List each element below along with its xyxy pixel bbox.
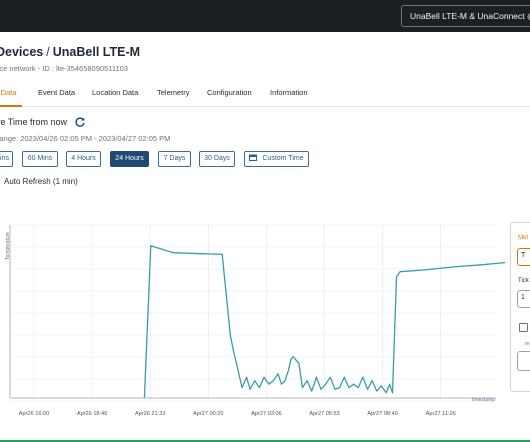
x-tick-label: Apr27 00:20 xyxy=(193,411,223,417)
time-button-7-days[interactable]: 7 Days xyxy=(158,151,191,167)
x-tick-label: Apr26 21:33 xyxy=(135,411,165,417)
tab-information[interactable]: Information xyxy=(270,88,308,97)
x-tick-label: Apr26 16:00 xyxy=(19,411,49,417)
x-tick-label: Apr26 18:46 xyxy=(77,411,107,417)
option-checkbox[interactable] xyxy=(519,323,528,332)
x-tick-label: Apr27 03:06 xyxy=(251,411,281,417)
organization-selector-button[interactable]: UnaBell LTE-M & UnaConnect @ Sta xyxy=(401,5,530,27)
breadcrumb: Devices / UnaBell LTE-M xyxy=(0,45,140,59)
time-button-mins[interactable]: ins xyxy=(0,151,13,167)
custom-time-label: Custom Time xyxy=(262,155,304,162)
metric-select[interactable]: T xyxy=(517,248,530,266)
calendar-icon xyxy=(249,154,258,161)
active-tab-indicator xyxy=(0,105,22,107)
device-id-subtitle: vice network - ID : lte-354658090511103 xyxy=(0,64,128,73)
auto-refresh-label: Auto Refresh (1 min) xyxy=(4,177,78,186)
temperature-line-chart: Apr26 16:00 Apr26 18:46 Apr26 21:33 Apr27 0… xyxy=(9,224,505,417)
time-button-4-hours[interactable]: 4 Hours xyxy=(66,151,101,167)
time-range-text: Range: 2023/04/26 02:05 PM - 2023/04/27 … xyxy=(0,134,171,143)
tab-bar: r Data Event Data Location Data Telemetr… xyxy=(0,80,530,107)
x-tick-label: Apr27 08:40 xyxy=(367,411,397,417)
tab-configuration[interactable]: Configuration xyxy=(207,88,252,97)
x-axis-title: timestamp xyxy=(472,397,495,403)
time-button-60-mins[interactable]: 60 Mins xyxy=(22,151,58,167)
custom-time-button[interactable]: Custom Time xyxy=(244,151,309,167)
metric-label: Met xyxy=(518,235,529,241)
time-button-24-hours[interactable]: 24 Hours xyxy=(110,151,149,167)
breadcrumb-separator: / xyxy=(46,45,50,59)
ticks-label: Tick xyxy=(518,278,529,284)
refresh-icon[interactable] xyxy=(74,116,86,128)
option-note: re xyxy=(525,341,530,347)
option-field[interactable] xyxy=(517,351,530,371)
x-tick-label: Apr27 11:26 xyxy=(426,411,456,417)
x-tick-label: Apr27 05:53 xyxy=(309,411,339,417)
tab-telemetry[interactable]: Telemetry xyxy=(157,88,190,97)
breadcrumb-parent[interactable]: Devices xyxy=(0,45,43,59)
page-title: UnaBell LTE-M xyxy=(52,45,141,59)
top-bar: UnaBell LTE-M & UnaConnect @ Sta xyxy=(0,0,530,32)
tab-sensor-data[interactable]: r Data xyxy=(0,88,16,97)
tab-location-data[interactable]: Location Data xyxy=(92,88,138,97)
ticks-input[interactable]: 1 xyxy=(517,290,530,308)
relative-time-title: ve Time from now xyxy=(0,117,68,127)
time-button-30-days[interactable]: 30 Days xyxy=(199,151,235,167)
chart-settings-panel: Met T Tick 1 re xyxy=(510,222,530,392)
tab-event-data[interactable]: Event Data xyxy=(38,88,75,97)
